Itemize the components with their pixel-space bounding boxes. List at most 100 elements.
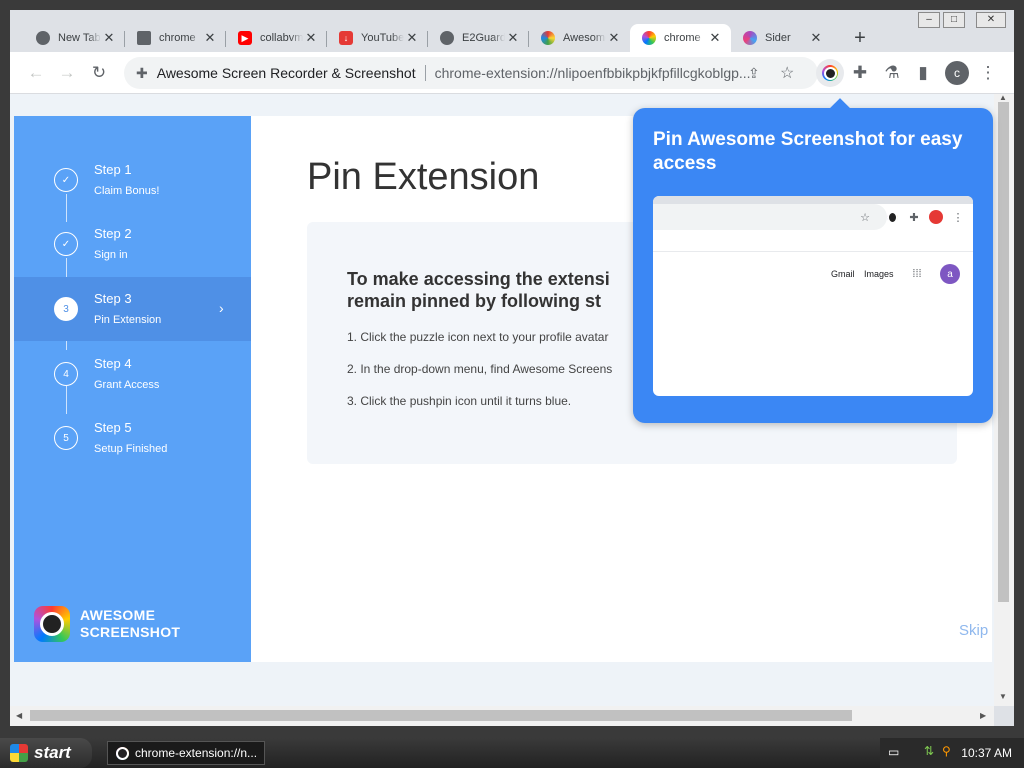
step-desc: Setup Finished [94, 443, 168, 455]
awesome-screenshot-extension-icon[interactable] [816, 59, 844, 87]
network-icon[interactable]: ⇅ [924, 744, 934, 758]
system-tray: ▭ ⇅ ⚲ 10:37 AM [880, 738, 1024, 768]
close-tab-icon[interactable]: ✕ [606, 30, 622, 46]
chevron-right-icon: › [219, 300, 224, 316]
close-tab-icon[interactable]: ✕ [404, 30, 420, 46]
tab-title: Awesome [563, 32, 606, 44]
preview-kebab-icon: ⋮ [952, 211, 964, 224]
extension-puzzle-icon: ✚ [136, 64, 148, 81]
logo-text-line1: AWESOME [80, 607, 156, 623]
tab-chrome-active[interactable]: chrome ✕ [630, 24, 731, 52]
taskbar-chrome-task[interactable]: chrome-extension://n... [107, 741, 265, 765]
preview-gmail-link: Gmail [831, 269, 855, 279]
tab-chrome[interactable]: chrome ✕ [125, 24, 226, 52]
vertical-scroll-thumb[interactable] [998, 102, 1009, 602]
flask-icon[interactable]: ⚗ [878, 59, 906, 87]
chrome-icon [36, 31, 50, 45]
tab-new-tab[interactable]: New Tab ✕ [24, 24, 125, 52]
close-tab-icon[interactable]: ✕ [707, 30, 723, 46]
preview-star-icon: ☆ [860, 211, 870, 224]
step-desc: Grant Access [94, 379, 160, 391]
step-number: 4 [54, 362, 78, 386]
horizontal-scrollbar[interactable]: ◀ ▶ [10, 706, 994, 726]
download-icon: ↓ [339, 31, 353, 45]
url-text[interactable]: chrome-extension://nlipoenfbbikpbjkfpfil… [435, 65, 755, 81]
close-window-button[interactable]: ✕ [976, 12, 1006, 28]
windows-flag-icon [10, 744, 28, 762]
close-tab-icon[interactable]: ✕ [202, 30, 218, 46]
steps-sidebar: ✓ Step 1 Claim Bonus! ✓ Step 2 Sign in 3… [14, 116, 251, 662]
close-tab-icon[interactable]: ✕ [505, 30, 521, 46]
minimize-button[interactable]: – [918, 12, 940, 28]
youtube-icon: ▶ [238, 31, 252, 45]
tab-title: collabvm [260, 32, 303, 44]
preview-puzzle-icon: ✚ [909, 211, 919, 224]
tab-youtube[interactable]: ↓ YouTube ✕ [327, 24, 428, 52]
search-icon[interactable]: ⚲ [942, 744, 951, 758]
maximize-button[interactable]: □ [943, 12, 965, 28]
tab-collabvm[interactable]: ▶ collabvm ✕ [226, 24, 327, 52]
address-bar[interactable]: ✚ Awesome Screen Recorder & Screenshot c… [124, 57, 818, 89]
step-2[interactable]: ✓ Step 2 Sign in [14, 212, 251, 276]
keyboard-icon[interactable]: ▭ [888, 745, 899, 759]
popup-title: Pin Awesome Screenshot for easy access [653, 129, 963, 174]
step-title: Step 4 [94, 356, 132, 371]
instruction-item: 2. In the drop-down menu, find Awesome S… [347, 362, 613, 376]
tab-title: chrome [664, 32, 701, 44]
preview-avatar: a [940, 264, 960, 284]
site-name: Awesome Screen Recorder & Screenshot [156, 65, 416, 81]
logo-text-line2: SCREENSHOT [80, 624, 181, 640]
step-5[interactable]: 5 Step 5 Setup Finished [14, 406, 251, 470]
step-title: Step 5 [94, 420, 132, 435]
step-1[interactable]: ✓ Step 1 Claim Bonus! [14, 148, 251, 212]
start-button[interactable]: start [0, 738, 92, 768]
vertical-scrollbar[interactable]: ▲ ▼ [994, 93, 1014, 706]
scroll-left-icon[interactable]: ◀ [16, 711, 22, 720]
step-4[interactable]: 4 Step 4 Grant Access [14, 342, 251, 406]
tab-awesome[interactable]: Awesome ✕ [529, 24, 630, 52]
step-title: Step 2 [94, 226, 132, 241]
step-3[interactable]: 3 Step 3 Pin Extension › [14, 277, 251, 341]
sider-icon [743, 31, 757, 45]
close-tab-icon[interactable]: ✕ [808, 30, 824, 46]
browser-preview-image: ☆ ✚ ⋮ Gmail Images ⁞⁞⁞ a [653, 196, 973, 396]
tab-sider[interactable]: Sider ✕ [731, 24, 832, 52]
scroll-down-icon[interactable]: ▼ [999, 692, 1007, 701]
share-icon[interactable]: ⇪ [748, 65, 760, 82]
reload-icon[interactable]: ↻ [85, 59, 113, 87]
back-icon[interactable]: ← [22, 59, 50, 87]
step-number: 3 [54, 297, 78, 321]
taskbar: start chrome-extension://n... ▭ ⇅ ⚲ 10:3… [0, 738, 1024, 768]
logo-icon [34, 606, 70, 642]
instruction-item: 1. Click the puzzle icon next to your pr… [347, 330, 609, 344]
scroll-up-icon[interactable]: ▲ [999, 93, 1007, 102]
close-tab-icon[interactable]: ✕ [101, 30, 117, 46]
menu-kebab-icon[interactable]: ⋮ [974, 59, 1002, 87]
bookmark-star-icon[interactable]: ☆ [780, 63, 794, 83]
preview-awesome-icon [886, 211, 898, 223]
tab-title: chrome [159, 32, 196, 44]
step-desc: Sign in [94, 249, 128, 261]
skip-link[interactable]: Skip [959, 622, 988, 639]
extensions-puzzle-icon[interactable]: ✚ [846, 59, 874, 87]
side-panel-icon[interactable]: ▮ [909, 59, 937, 87]
close-tab-icon[interactable]: ✕ [303, 30, 319, 46]
profile-avatar[interactable]: c [945, 61, 969, 85]
step-title: Step 1 [94, 162, 132, 177]
tab-strip: – □ ✕ New Tab ✕ chrome ✕ ▶ collabvm ✕ ↓ … [10, 10, 1014, 52]
globe-icon [440, 31, 454, 45]
check-icon: ✓ [54, 168, 78, 192]
awesome-screenshot-icon [642, 31, 656, 45]
horizontal-scroll-thumb[interactable] [30, 710, 852, 721]
new-tab-button[interactable]: + [846, 28, 874, 50]
clock: 10:37 AM [961, 746, 1012, 760]
preview-apps-grid-icon: ⁞⁞⁞ [912, 268, 922, 280]
toolbar: ← → ↻ ✚ Awesome Screen Recorder & Screen… [10, 52, 1014, 94]
forward-icon[interactable]: → [53, 59, 81, 87]
tab-title: Sider [765, 32, 791, 44]
folder-icon [137, 31, 151, 45]
scroll-right-icon[interactable]: ▶ [980, 711, 986, 720]
page-title: Pin Extension [307, 156, 540, 198]
step-desc: Pin Extension [94, 314, 162, 326]
tab-e2guardian[interactable]: E2Guardian ✕ [428, 24, 529, 52]
